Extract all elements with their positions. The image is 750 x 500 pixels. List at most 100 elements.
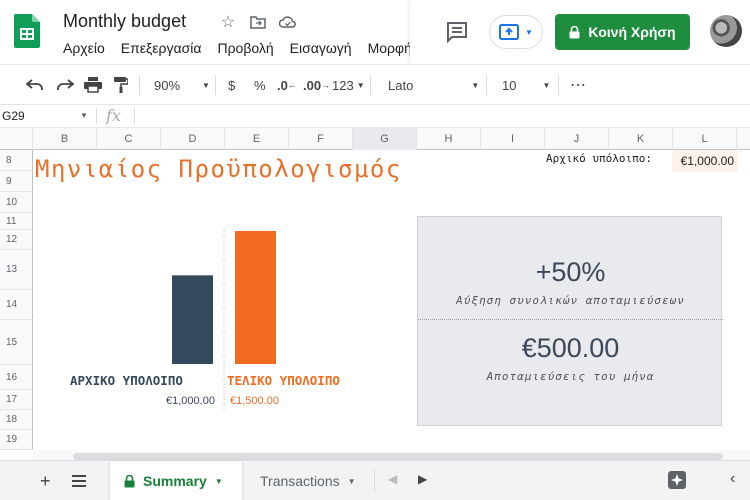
row-header[interactable]: 16 [0,365,33,390]
row-header[interactable]: 18 [0,410,33,430]
tab-label: Summary [143,473,207,489]
column-header[interactable]: C [97,128,161,150]
star-icon[interactable]: ☆ [218,12,238,32]
decrease-decimals-label: .0 [277,77,288,93]
chevron-down-icon: ▼ [202,80,210,90]
monthly-savings-value: €500.00 [521,333,620,363]
share-label: Κοινή Χρήση [588,24,676,40]
font-size-value: 10 [502,77,517,93]
formula-bar: G29 ▼ fx [0,104,750,128]
tab-transactions[interactable]: Transactions ▼ [246,461,374,500]
collapse-sidebar-icon[interactable]: ‹ [730,470,735,488]
more-formats-button[interactable]: 123 ▼ [332,65,365,105]
row-header[interactable]: 8 [0,150,33,171]
present-button[interactable]: ▼ [489,15,543,49]
fx-icon: fx [106,106,121,125]
x-tick-label: ΑΡΧΙΚΟ ΥΠΟΛΟΙΠΟ [70,373,183,388]
redo-icon[interactable] [56,65,74,105]
column-header[interactable]: L [673,128,737,150]
row-header[interactable]: 15 [0,320,33,365]
chevron-down-icon: ▼ [347,476,356,486]
savings-growth-label: Αύξηση συνολικών αποταμιεύσεων [456,294,685,307]
x-tick-label: ΤΕΛΙΚΟ ΥΠΟΛΟΙΠΟ [227,373,340,388]
column-header-selected[interactable]: G [353,128,417,150]
font-value: Lato [388,77,414,93]
scroll-tabs-left-icon[interactable]: ◀ [388,472,397,486]
document-title[interactable]: Monthly budget [63,11,186,32]
initial-balance-label: Αρχικό υπόλοιπο: [546,152,652,165]
column-header[interactable]: I [481,128,545,150]
bar[interactable] [235,231,276,364]
row-header[interactable]: 11 [0,213,33,230]
balance-bar-chart[interactable]: ΑΡΧΙΚΟ ΥΠΟΛΟΙΠΟ ΤΕΛΙΚΟ ΥΠΟΛΟΙΠΟ €1,000.0… [33,210,413,420]
paint-format-icon[interactable] [114,65,128,105]
cell-reference: G29 [2,109,25,123]
font-select[interactable]: Lato ▼ [388,65,479,105]
row-header[interactable]: 13 [0,250,33,290]
bar[interactable] [172,275,213,364]
increase-decimals-button[interactable]: .00 → [303,65,330,105]
menu-edit[interactable]: Επεξεργασία [121,40,202,56]
add-sheet-icon[interactable]: + [40,471,51,492]
cloud-status-icon[interactable] [278,12,298,32]
menu-file[interactable]: Αρχείο [63,40,105,56]
row-header[interactable]: 19 [0,430,33,450]
undo-icon[interactable] [26,65,44,105]
tab-summary[interactable]: Summary ▼ [110,461,242,500]
toolbar-divider [558,75,559,95]
font-size-select[interactable]: 10 ▼ [502,65,550,105]
row-headers: 8 9 10 11 12 13 14 15 16 17 18 19 [0,150,33,450]
currency-format-button[interactable]: $ [228,65,235,105]
increase-decimals-label: .00 [303,77,322,93]
title-icons: ☆ [218,12,298,32]
chevron-down-icon: ▼ [525,27,533,37]
more-options-icon[interactable]: ⋯ [570,65,586,105]
chevron-down-icon: ▼ [471,80,480,90]
column-header[interactable]: E [225,128,289,150]
comment-icon[interactable] [445,20,469,44]
lock-icon [569,25,580,38]
move-folder-icon[interactable] [248,12,268,32]
toolbar-divider [486,75,487,95]
menu-insert[interactable]: Εισαγωγή [290,40,352,56]
name-box[interactable]: G29 ▼ [0,105,94,127]
zoom-select[interactable]: 90% ▼ [154,65,210,105]
avatar[interactable] [710,15,742,47]
menu-format[interactable]: Μορφή [368,40,412,56]
column-header[interactable]: D [161,128,225,150]
formula-divider [134,108,135,124]
formula-divider [96,108,97,124]
more-formats-label: 123 [332,77,354,93]
chevron-down-icon: ▼ [356,80,365,90]
decrease-decimals-button[interactable]: .0 ← [277,65,297,105]
row-header[interactable]: 12 [0,230,33,250]
column-headers: B C D E F G H I J K L [0,128,750,150]
initial-balance-cell[interactable]: €1,000.00 [672,150,738,172]
scrollbar-thumb[interactable] [73,453,723,460]
sheets-logo-icon[interactable] [14,14,40,48]
column-header[interactable]: J [545,128,609,150]
chevron-down-icon: ▼ [214,476,223,486]
row-header[interactable]: 17 [0,390,33,410]
savings-scorecard: +50% Αύξηση συνολικών αποταμιεύσεων €500… [417,216,723,426]
all-sheets-icon[interactable] [72,474,86,490]
toolbar-divider [139,75,140,95]
share-button[interactable]: Κοινή Χρήση [555,14,690,50]
scroll-tabs-right-icon[interactable]: ▶ [418,472,427,486]
tab-divider [374,469,375,493]
select-all-corner[interactable] [0,128,33,150]
row-header[interactable]: 14 [0,290,33,320]
sheet-grid[interactable]: Μηνιαίος Προϋπολογισμός Αρχικό υπόλοιπο:… [33,150,750,450]
percent-format-button[interactable]: % [254,65,266,105]
toolbar: 90% ▼ $ % .0 ← .00 → 123 ▼ Lato ▼ 10 ▼ ⋯ [0,64,750,104]
row-header[interactable]: 9 [0,171,33,192]
menu-view[interactable]: Προβολή [217,40,273,56]
menu-bar: Αρχείο Επεξεργασία Προβολή Εισαγωγή Μορφ… [63,40,413,56]
column-header[interactable]: F [289,128,353,150]
print-icon[interactable] [84,65,102,105]
column-header[interactable]: B [33,128,97,150]
column-header[interactable]: K [609,128,673,150]
column-header[interactable]: H [417,128,481,150]
explore-icon[interactable] [668,471,686,492]
row-header[interactable]: 10 [0,192,33,213]
